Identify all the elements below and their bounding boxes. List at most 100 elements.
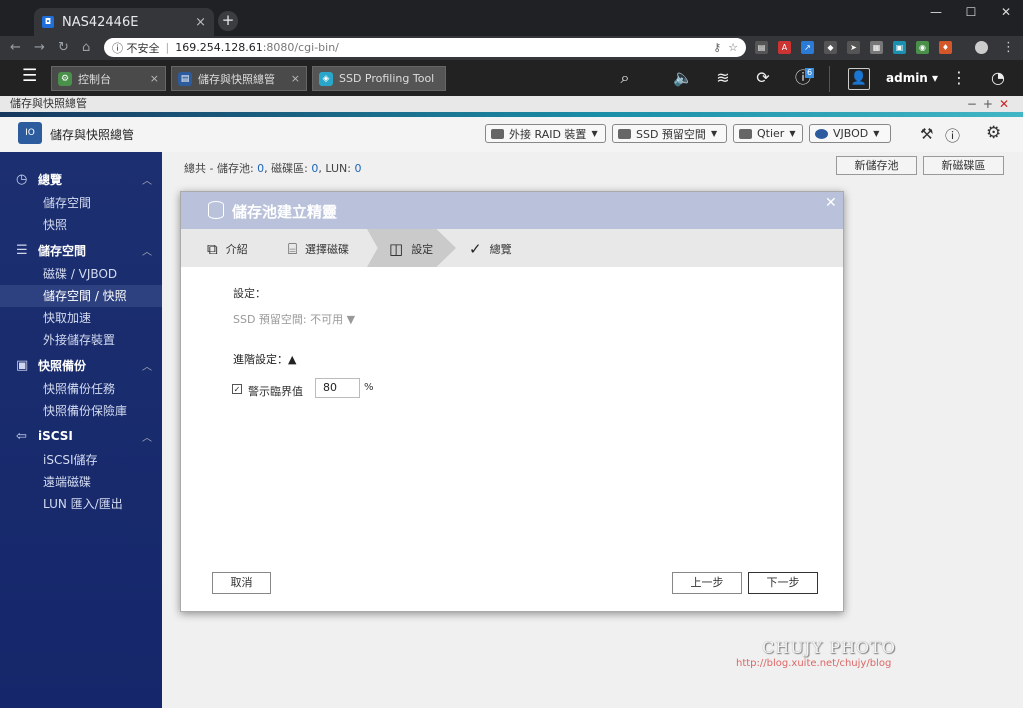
qts-tab-control-panel[interactable]: ⚙ 控制台 × [51, 66, 166, 91]
sidebar-item-lun-import-export[interactable]: LUN 匯入/匯出 [0, 493, 162, 515]
step-intro: ⧉ 介紹 [207, 240, 248, 258]
alert-threshold-input[interactable]: 80 [315, 378, 360, 398]
storage-summary: 總共 - 儲存池: 0, 磁碟區: 0, LUN: 0 [184, 160, 361, 176]
step-settings: ◫ 設定 [389, 240, 433, 258]
qts-tab-label: SSD Profiling Tool [339, 72, 435, 85]
advanced-settings-toggle[interactable]: 進階設定：▲ [233, 351, 296, 367]
extension-image-icon[interactable]: ▣ [893, 41, 906, 54]
extension-arrow-icon[interactable]: ↗ [801, 41, 814, 54]
maximize-icon[interactable]: + [983, 97, 999, 111]
extension-chrome-icon[interactable]: ◉ [916, 41, 929, 54]
sidebar-section-snapshot-backup[interactable]: ▣ 快照備份 ︿ [0, 354, 162, 376]
address-bar[interactable]: ⓘ 不安全 | 169.254.128.61 :8080/cgi-bin/ ⚷ … [104, 38, 746, 57]
tab-close-icon[interactable]: × [291, 72, 300, 85]
lun-label: , LUN: [318, 162, 355, 175]
divider [829, 66, 830, 92]
chevron-up-icon: ︿ [142, 246, 152, 258]
sidebar-item-external-storage[interactable]: 外接儲存裝置 [0, 329, 162, 351]
alert-threshold-checkbox[interactable]: ✓ [232, 384, 242, 394]
qtier-icon [739, 128, 752, 139]
vjbod-icon [815, 128, 828, 139]
browser-tab[interactable]: ◘ NAS42446E × [34, 8, 214, 36]
extension-qr-icon[interactable]: ▦ [870, 41, 883, 54]
storage-icon: ▤ [178, 71, 192, 86]
cancel-button[interactable]: 取消 [212, 572, 271, 594]
sidebar-item-snapshot-jobs[interactable]: 快照備份任務 [0, 378, 162, 400]
step-label: 選擇磁碟 [305, 243, 350, 256]
tab-close-icon[interactable]: × [150, 72, 159, 85]
profile-avatar-icon[interactable] [975, 41, 988, 54]
step-select-disks: ⌸ 選擇磁碟 [288, 240, 349, 258]
new-tab-button[interactable]: + [218, 11, 238, 31]
snapshot-icon: ▣ [16, 357, 29, 373]
close-icon[interactable]: ✕ [999, 97, 1015, 111]
extension-icon[interactable]: ▤ [755, 41, 768, 54]
tab-close-icon[interactable]: × [195, 15, 206, 30]
sidebar-section-overview[interactable]: ◷ 總覽 ︿ [0, 168, 162, 190]
sidebar-item-remote-disk[interactable]: 遠端磁碟 [0, 471, 162, 493]
browser-menu-icon[interactable]: ⋮ [1002, 40, 1015, 55]
forward-icon[interactable]: → [34, 40, 45, 55]
home-icon[interactable]: ⌂ [82, 40, 90, 55]
close-icon[interactable]: ✕ [825, 195, 837, 211]
new-volume-button[interactable]: 新磁碟區 [923, 156, 1004, 175]
vjbod-button[interactable]: VJBOD ▼ [809, 124, 891, 143]
step-label: 設定 [411, 243, 434, 256]
qts-tab-ssd-profiling[interactable]: ◈ SSD Profiling Tool [312, 66, 446, 91]
alert-threshold-label: 警示臨界值 [248, 385, 303, 398]
new-pool-button[interactable]: 新儲存池 [836, 156, 917, 175]
minimize-icon[interactable]: − [967, 97, 983, 111]
sidebar-section-storage[interactable]: ☰ 儲存空間 ︿ [0, 239, 162, 261]
qts-tab-storage[interactable]: ▤ 儲存與快照總管 × [171, 66, 307, 91]
external-devices-icon[interactable]: ⟳ [752, 68, 774, 88]
check-circle-icon: ✓ [469, 240, 482, 258]
sidebar-item-storage-snapshots[interactable]: 儲存空間 / 快照 [0, 285, 162, 307]
more-options-icon[interactable]: ⋮ [948, 68, 970, 88]
adblock-icon[interactable]: A [778, 41, 791, 54]
extension-pointer-icon[interactable]: ➤ [847, 41, 860, 54]
step-summary: ✓ 總覽 [469, 240, 512, 258]
sidebar-item-cache[interactable]: 快取加速 [0, 307, 162, 329]
close-window-icon[interactable]: ✕ [995, 4, 1017, 20]
nas-favicon-icon: ◘ [42, 16, 54, 28]
diagnostics-icon[interactable]: ⚒ [920, 125, 933, 143]
help-icon[interactable]: ⓘ [945, 125, 960, 146]
minimize-window-icon[interactable]: — [925, 4, 947, 20]
user-icon[interactable]: 👤 [848, 68, 870, 90]
user-menu[interactable]: admin ▾ [886, 71, 938, 85]
external-raid-button[interactable]: 外接 RAID 裝置 ▼ [485, 124, 606, 143]
qtier-button[interactable]: Qtier ▼ [733, 124, 803, 143]
main-menu-icon[interactable]: ☰ [22, 67, 40, 85]
sidebar-item-snapshot[interactable]: 快照 [0, 214, 162, 236]
volume-icon[interactable]: 🔈 [672, 68, 694, 88]
bookmark-star-icon[interactable]: ☆ [728, 41, 738, 54]
sidebar-section-iscsi[interactable]: ⇦ iSCSI ︿ [0, 425, 162, 447]
reload-icon[interactable]: ↻ [58, 40, 69, 55]
extension-shield-icon[interactable]: ◆ [824, 41, 837, 54]
info-icon[interactable]: ⓘ [112, 40, 123, 56]
search-icon[interactable]: ⌕ [614, 68, 636, 88]
extension-diamond-icon[interactable]: ♦ [939, 41, 952, 54]
browser-tab-title: NAS42446E [62, 14, 139, 30]
back-button[interactable]: 上一步 [672, 572, 742, 594]
background-tasks-icon[interactable]: ≋ [712, 68, 734, 88]
dashboard-gauge-icon[interactable]: ◔ [987, 68, 1009, 88]
back-icon[interactable]: ← [10, 40, 21, 55]
intro-icon: ⧉ [207, 240, 218, 258]
settings-gear-icon[interactable]: ⚙ [986, 123, 1001, 143]
key-icon[interactable]: ⚷ [713, 41, 728, 54]
sidebar-item-disks[interactable]: 磁碟 / VJBOD [0, 263, 162, 285]
ssd-reserve-button[interactable]: SSD 預留空間 ▼ [612, 124, 727, 143]
database-icon: ☰ [16, 242, 28, 258]
next-button[interactable]: 下一步 [748, 572, 818, 594]
chevron-up-icon: ︿ [142, 361, 152, 373]
sidebar-item-storage[interactable]: 儲存空間 [0, 192, 162, 214]
step-label: 介紹 [225, 243, 248, 256]
sidebar-item-iscsi-storage[interactable]: iSCSI儲存 [0, 449, 162, 471]
address-separator: | [165, 41, 170, 54]
wizard-steps [181, 229, 843, 267]
app-window-controls[interactable]: −+✕ [967, 96, 1015, 112]
sidebar-item-snapshot-vault[interactable]: 快照備份保險庫 [0, 400, 162, 422]
settings-icon: ◫ [389, 240, 404, 258]
maximize-window-icon[interactable]: ☐ [960, 4, 982, 20]
